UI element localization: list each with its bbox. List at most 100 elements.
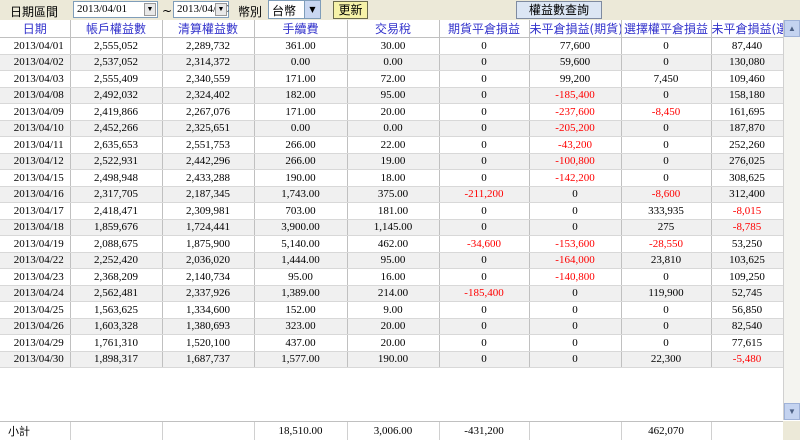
table-row[interactable]: 2013/04/24 2,562,481 2,337,926 1,389.00 214.… bbox=[0, 285, 784, 302]
options-closed-pl-cell: 0 bbox=[621, 334, 712, 352]
table-row[interactable]: 2013/04/22 2,252,420 2,036,020 1,444.00 95.0… bbox=[0, 252, 784, 269]
date-cell: 2013/04/02 bbox=[0, 54, 71, 71]
subtotal-tax: 3,006.00 bbox=[347, 422, 440, 440]
settle-equity-cell: 1,687,737 bbox=[162, 351, 255, 368]
options-open-pl-cell: 52,745 bbox=[711, 285, 784, 302]
table-row[interactable]: 2013/04/26 1,603,328 1,380,693 323.00 20.00 0… bbox=[0, 318, 784, 335]
scroll-up-icon[interactable]: ▲ bbox=[784, 20, 800, 37]
date-from-value: 2013/04/01 bbox=[77, 3, 128, 15]
table-row[interactable]: 2013/04/12 2,522,931 2,442,296 266.00 19.00 0… bbox=[0, 153, 784, 170]
chevron-down-icon[interactable]: ▼ bbox=[144, 3, 156, 16]
futures-closed-pl-cell: 0 bbox=[439, 37, 530, 55]
tax-cell: 30.00 bbox=[347, 37, 440, 55]
tax-cell: 462.00 bbox=[347, 235, 440, 253]
update-button[interactable]: 更新 bbox=[333, 1, 368, 19]
chevron-down-icon[interactable]: ▼ bbox=[215, 3, 227, 16]
table-row[interactable]: 2013/04/08 2,492,032 2,324,402 182.00 95.00 0… bbox=[0, 87, 784, 104]
chevron-down-icon[interactable]: ▼ bbox=[304, 1, 320, 18]
table-row[interactable]: 2013/04/23 2,368,209 2,140,734 95.00 16.00 0-… bbox=[0, 268, 784, 286]
account-equity-cell: 1,603,328 bbox=[70, 318, 163, 335]
table-row[interactable]: 2013/04/18 1,859,676 1,724,441 3,900.00 1,14… bbox=[0, 219, 784, 236]
futures-open-pl-cell: 59,600 bbox=[529, 54, 622, 71]
column-header[interactable]: 手續費 bbox=[254, 20, 348, 38]
settle-equity-cell: 2,314,372 bbox=[162, 54, 255, 71]
fee-cell: 182.00 bbox=[254, 87, 348, 104]
column-header[interactable]: 選擇權平倉損益 bbox=[621, 20, 712, 38]
tax-cell: 181.00 bbox=[347, 202, 440, 220]
fee-cell: 152.00 bbox=[254, 301, 348, 319]
options-open-pl-cell: 109,460 bbox=[711, 70, 784, 88]
date-range-label: 日期區間 bbox=[10, 5, 59, 19]
table-row[interactable]: 2013/04/10 2,452,266 2,325,651 0.00 0.00 0 -20… bbox=[0, 120, 784, 137]
date-cell: 2013/04/23 bbox=[0, 268, 71, 286]
table-row[interactable]: 2013/04/02 2,537,052 2,314,372 0.00 0.00 0 59,… bbox=[0, 54, 784, 71]
options-closed-pl-cell: 275 bbox=[621, 219, 712, 236]
futures-closed-pl-cell: 0 bbox=[439, 351, 530, 368]
vertical-scrollbar[interactable]: ▲ ▼ bbox=[783, 20, 800, 420]
table-row[interactable]: 2013/04/30 1,898,317 1,687,737 1,577.00 190.… bbox=[0, 351, 784, 368]
settle-equity-cell: 1,380,693 bbox=[162, 318, 255, 335]
table-row[interactable]: 2013/04/01 2,555,052 2,289,732 361.00 30.00 0… bbox=[0, 37, 784, 55]
options-open-pl-cell: 276,025 bbox=[711, 153, 784, 170]
equity-table: 日期 帳戶權益數 清算權益數 手續費 交易稅 期貨平倉損益 未平倉損益(期貨) 選擇權平倉損益… bbox=[0, 20, 784, 368]
options-closed-pl-cell: 0 bbox=[621, 54, 712, 71]
table-row[interactable]: 2013/04/09 2,419,866 2,267,076 171.00 20.00 0… bbox=[0, 103, 784, 121]
futures-open-pl-cell: 0 bbox=[529, 186, 622, 203]
column-header[interactable]: 期貨平倉損益 bbox=[439, 20, 530, 38]
equity-query-button[interactable]: 權益數查詢 bbox=[516, 1, 602, 19]
futures-closed-pl-cell: 0 bbox=[439, 219, 530, 236]
futures-closed-pl-cell: 0 bbox=[439, 334, 530, 352]
futures-closed-pl-cell: 0 bbox=[439, 268, 530, 286]
account-equity-cell: 1,761,310 bbox=[70, 334, 163, 352]
date-cell: 2013/04/24 bbox=[0, 285, 71, 302]
account-equity-cell: 2,522,931 bbox=[70, 153, 163, 170]
fee-cell: 323.00 bbox=[254, 318, 348, 335]
tax-cell: 0.00 bbox=[347, 54, 440, 71]
account-equity-cell: 2,635,653 bbox=[70, 136, 163, 154]
date-from-picker[interactable]: 2013/04/01 ▼ bbox=[73, 1, 158, 18]
options-closed-pl-cell: 0 bbox=[621, 136, 712, 154]
column-header[interactable]: 日期 bbox=[0, 20, 71, 38]
options-closed-pl-cell: -28,550 bbox=[621, 235, 712, 253]
fee-cell: 5,140.00 bbox=[254, 235, 348, 253]
table-row[interactable]: 2013/04/29 1,761,310 1,520,100 437.00 20.00 0… bbox=[0, 334, 784, 352]
column-header[interactable]: 帳戶權益數 bbox=[70, 20, 163, 38]
table-header-row: 日期 帳戶權益數 清算權益數 手續費 交易稅 期貨平倉損益 未平倉損益(期貨) 選擇權平倉損益… bbox=[0, 20, 784, 38]
grid-corner bbox=[783, 421, 800, 440]
table-row[interactable]: 2013/04/03 2,555,409 2,340,559 171.00 72.00 0… bbox=[0, 70, 784, 88]
date-cell: 2013/04/30 bbox=[0, 351, 71, 368]
date-to-picker[interactable]: 2013/04/3C ▼ bbox=[173, 1, 229, 18]
futures-closed-pl-cell: 0 bbox=[439, 169, 530, 187]
table-row[interactable]: 2013/04/17 2,418,471 2,309,981 703.00 181.00… bbox=[0, 202, 784, 220]
column-header[interactable]: 交易稅 bbox=[347, 20, 440, 38]
date-cell: 2013/04/09 bbox=[0, 103, 71, 121]
table-row[interactable]: 2013/04/11 2,635,653 2,551,753 266.00 22.00 0… bbox=[0, 136, 784, 154]
column-header[interactable]: 未平倉損益(期貨) bbox=[529, 20, 622, 38]
table-row[interactable]: 2013/04/16 2,317,705 2,187,345 1,743.00 375.… bbox=[0, 186, 784, 203]
date-cell: 2013/04/03 bbox=[0, 70, 71, 88]
tax-cell: 1,145.00 bbox=[347, 219, 440, 236]
column-header[interactable]: 清算權益數 bbox=[162, 20, 255, 38]
table-row[interactable]: 2013/04/25 1,563,625 1,334,600 152.00 9.00 0 0… bbox=[0, 301, 784, 319]
column-header[interactable]: 未平倉損益(選擇權) bbox=[711, 20, 784, 38]
account-equity-cell: 2,537,052 bbox=[70, 54, 163, 71]
subtotal-account-equity bbox=[70, 422, 163, 440]
table-row[interactable]: 2013/04/19 2,088,675 1,875,900 5,140.00 462.… bbox=[0, 235, 784, 253]
options-closed-pl-cell: 0 bbox=[621, 87, 712, 104]
date-cell: 2013/04/01 bbox=[0, 37, 71, 55]
settle-equity-cell: 2,036,020 bbox=[162, 252, 255, 269]
table-row[interactable]: 2013/04/15 2,498,948 2,433,288 190.00 18.00 0… bbox=[0, 169, 784, 187]
options-open-pl-cell: -5,480 bbox=[711, 351, 784, 368]
currency-select[interactable]: 台幣 ▼ bbox=[268, 0, 321, 19]
date-cell: 2013/04/16 bbox=[0, 186, 71, 203]
settle-equity-cell: 2,267,076 bbox=[162, 103, 255, 121]
tax-cell: 375.00 bbox=[347, 186, 440, 203]
futures-open-pl-cell: 0 bbox=[529, 318, 622, 335]
options-closed-pl-cell: -8,600 bbox=[621, 186, 712, 203]
fee-cell: 703.00 bbox=[254, 202, 348, 220]
options-closed-pl-cell: 7,450 bbox=[621, 70, 712, 88]
settle-equity-cell: 2,551,753 bbox=[162, 136, 255, 154]
tax-cell: 20.00 bbox=[347, 103, 440, 121]
settle-equity-cell: 1,334,600 bbox=[162, 301, 255, 319]
scroll-down-icon[interactable]: ▼ bbox=[784, 403, 800, 420]
